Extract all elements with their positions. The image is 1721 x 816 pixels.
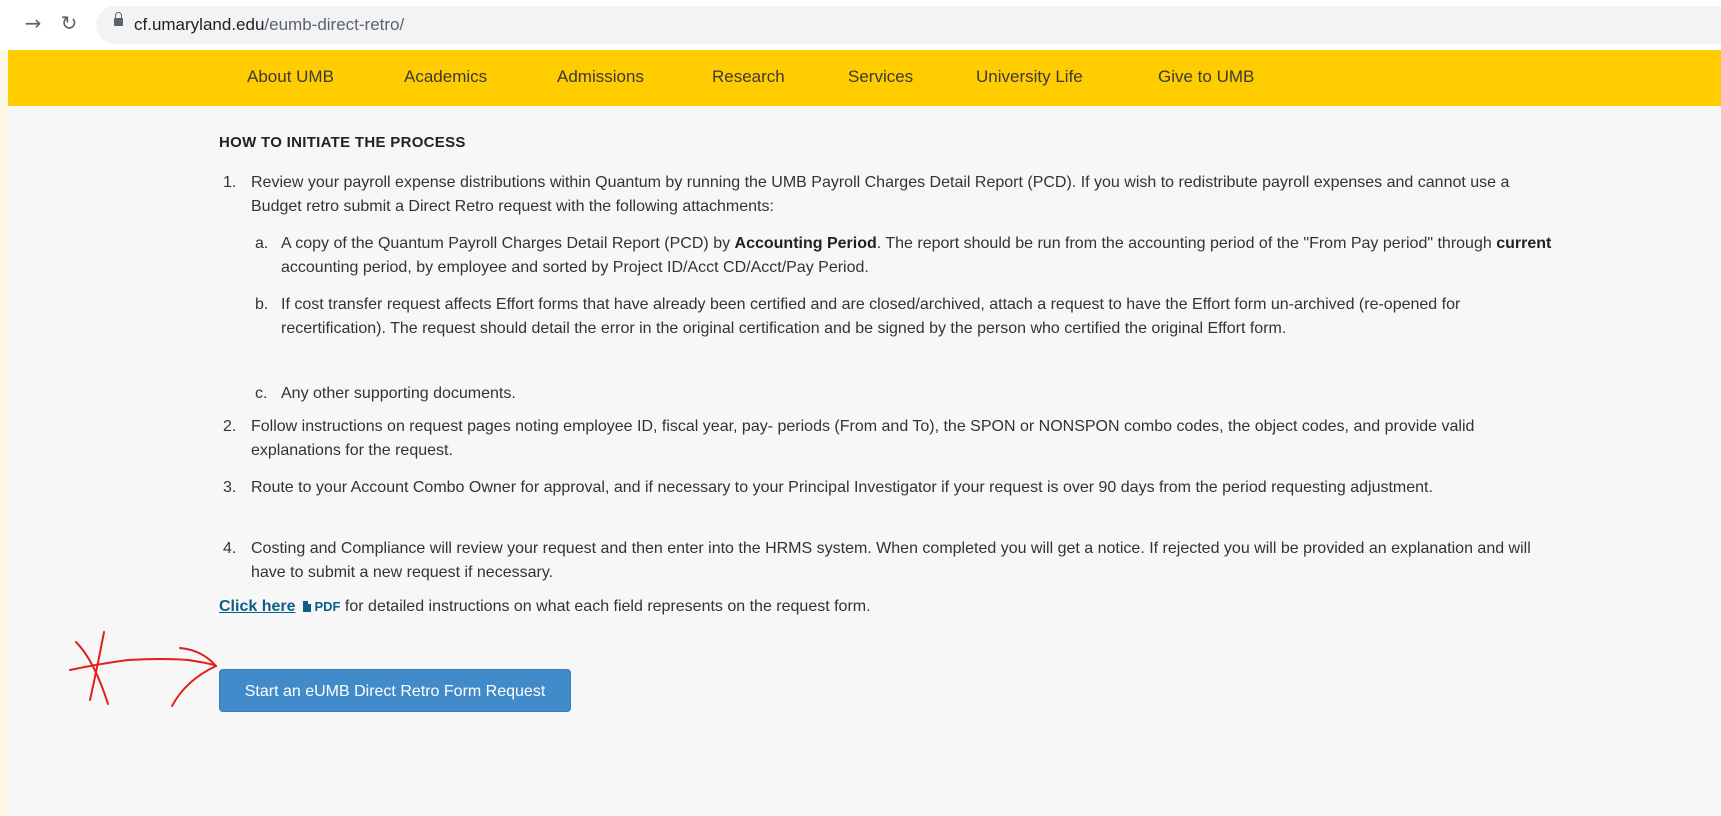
- list-item: 1. Review your payroll expense distribut…: [223, 171, 1559, 219]
- step-text: Costing and Compliance will review your …: [251, 540, 1531, 581]
- step-text: Route to your Account Combo Owner for ap…: [251, 479, 1433, 496]
- file-icon: [303, 601, 312, 612]
- forward-arrow-icon[interactable]: →: [20, 10, 46, 36]
- click-here-description: for detailed instructions on what each f…: [340, 598, 871, 615]
- nav-about-umb[interactable]: About UMB: [247, 67, 334, 87]
- nav-services[interactable]: Services: [848, 67, 913, 87]
- nav-research[interactable]: Research: [712, 67, 785, 87]
- nav-admissions[interactable]: Admissions: [557, 67, 644, 87]
- url-text: cf.umaryland.edu/eumb-direct-retro/: [134, 15, 405, 34]
- step-text: Review your payroll expense distribution…: [251, 174, 1510, 215]
- start-request-button[interactable]: Start an eUMB Direct Retro Form Request: [219, 669, 571, 712]
- nav-university-life[interactable]: University Life: [976, 67, 1083, 87]
- page: About UMB Academics Admissions Research …: [8, 50, 1721, 816]
- list-item: 4. Costing and Compliance will review yo…: [223, 537, 1559, 585]
- nav-academics[interactable]: Academics: [404, 67, 487, 87]
- nav-give-to-umb[interactable]: Give to UMB: [1158, 67, 1254, 87]
- top-navigation: About UMB Academics Admissions Research …: [8, 50, 1721, 106]
- substep-text: Any other supporting documents.: [281, 385, 516, 402]
- list-item: c. Any other supporting documents.: [255, 382, 1555, 406]
- list-item: 2. Follow instructions on request pages …: [223, 415, 1559, 463]
- substep-text: If cost transfer request affects Effort …: [281, 296, 1461, 337]
- list-item: a. A copy of the Quantum Payroll Charges…: [255, 232, 1555, 280]
- click-here-link[interactable]: Click here: [219, 598, 295, 615]
- list-item: b. If cost transfer request affects Effo…: [255, 293, 1555, 341]
- substep-text: A copy of the Quantum Payroll Charges De…: [281, 235, 1552, 276]
- pdf-label[interactable]: PDF: [314, 599, 340, 614]
- address-bar[interactable]: cf.umaryland.edu/eumb-direct-retro/: [96, 6, 1721, 44]
- red-x-arrow-annotation: [69, 631, 217, 707]
- reload-icon[interactable]: ↻: [56, 10, 82, 36]
- step-text: Follow instructions on request pages not…: [251, 418, 1475, 459]
- list-item: 3. Route to your Account Combo Owner for…: [223, 476, 1559, 500]
- lock-icon: [114, 12, 123, 26]
- section-title: HOW TO INITIATE THE PROCESS: [219, 134, 466, 151]
- click-here-line: Click here PDF for detailed instructions …: [219, 598, 871, 616]
- browser-toolbar: → ↻ cf.umaryland.edu/eumb-direct-retro/: [0, 0, 1721, 50]
